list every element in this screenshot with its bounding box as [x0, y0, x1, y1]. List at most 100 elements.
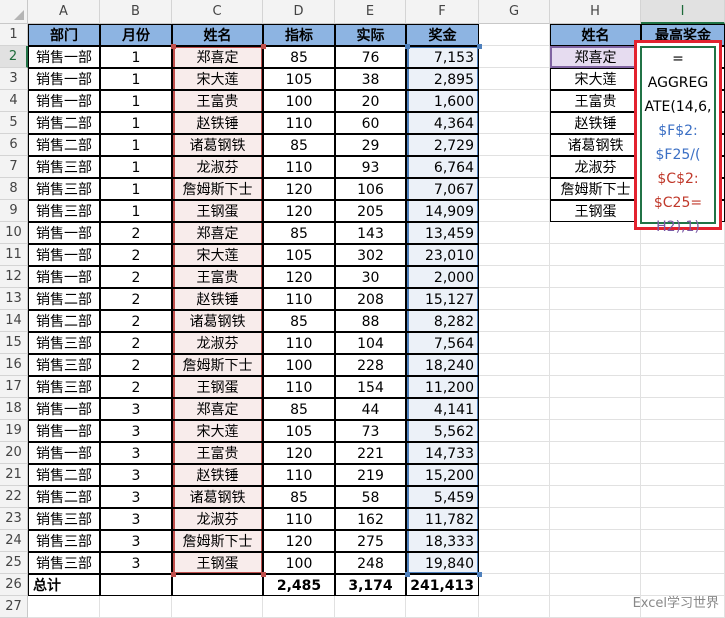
actual-cell[interactable]: 302	[335, 244, 406, 266]
target-cell[interactable]: 85	[263, 398, 335, 420]
name-cell[interactable]: 王富贵	[172, 442, 263, 464]
actual-cell[interactable]: 106	[335, 178, 406, 200]
row-header-5[interactable]: 5	[0, 112, 28, 134]
actual-cell[interactable]: 60	[335, 112, 406, 134]
name-cell[interactable]: 王钢蛋	[172, 552, 263, 574]
grid-cell[interactable]	[550, 288, 641, 310]
column-header-i[interactable]: I	[641, 0, 725, 24]
actual-cell[interactable]: 30	[335, 266, 406, 288]
target-cell[interactable]: 120	[263, 266, 335, 288]
target-cell[interactable]: 85	[263, 134, 335, 156]
bonus-cell[interactable]: 15,200	[406, 464, 479, 486]
dept-cell[interactable]: 销售三部	[28, 552, 100, 574]
bonus-cell[interactable]: 2,729	[406, 134, 479, 156]
grid-cell[interactable]	[550, 310, 641, 332]
grid-cell[interactable]	[641, 266, 725, 288]
grid-cell[interactable]	[479, 442, 550, 464]
grid-cell[interactable]	[641, 376, 725, 398]
name-cell[interactable]: 诸葛钢铁	[172, 310, 263, 332]
actual-cell[interactable]: 88	[335, 310, 406, 332]
month-cell[interactable]: 3	[100, 486, 172, 508]
target-cell[interactable]: 110	[263, 288, 335, 310]
name-cell[interactable]: 詹姆斯下士	[172, 178, 263, 200]
month-cell[interactable]: 1	[100, 156, 172, 178]
bonus-cell[interactable]: 14,909	[406, 200, 479, 222]
target-cell[interactable]: 110	[263, 464, 335, 486]
name-cell[interactable]: 龙淑芬	[172, 332, 263, 354]
bonus-cell[interactable]: 11,200	[406, 376, 479, 398]
bonus-cell[interactable]: 13,459	[406, 222, 479, 244]
actual-cell[interactable]: 275	[335, 530, 406, 552]
column-header-c[interactable]: C	[172, 0, 263, 24]
bonus-cell[interactable]: 8,282	[406, 310, 479, 332]
target-cell[interactable]: 110	[263, 376, 335, 398]
dept-cell[interactable]: 销售一部	[28, 222, 100, 244]
grid-cell[interactable]	[479, 178, 550, 200]
column-header-a[interactable]: A	[28, 0, 100, 24]
name-cell[interactable]: 诸葛钢铁	[172, 486, 263, 508]
bonus-cell[interactable]: 1,600	[406, 90, 479, 112]
actual-cell[interactable]: 38	[335, 68, 406, 90]
row-header-11[interactable]: 11	[0, 244, 28, 266]
month-cell[interactable]: 1	[100, 178, 172, 200]
name-cell[interactable]: 赵铁锤	[172, 288, 263, 310]
target-cell[interactable]: 100	[263, 354, 335, 376]
grid-cell[interactable]	[479, 46, 550, 68]
header-target[interactable]: 指标	[263, 24, 335, 46]
bonus-cell[interactable]: 14,733	[406, 442, 479, 464]
row-header-15[interactable]: 15	[0, 332, 28, 354]
column-header-f[interactable]: F	[406, 0, 479, 24]
target-cell[interactable]: 120	[263, 200, 335, 222]
grid-cell[interactable]	[479, 244, 550, 266]
actual-cell[interactable]: 58	[335, 486, 406, 508]
row-header-23[interactable]: 23	[0, 508, 28, 530]
month-cell[interactable]: 2	[100, 310, 172, 332]
dept-cell[interactable]: 销售三部	[28, 332, 100, 354]
target-cell[interactable]: 85	[263, 486, 335, 508]
grid-cell[interactable]	[479, 68, 550, 90]
total-target[interactable]: 2,485	[263, 574, 335, 596]
row-header-9[interactable]: 9	[0, 200, 28, 222]
row-header-19[interactable]: 19	[0, 420, 28, 442]
row-header-1[interactable]: 1	[0, 24, 28, 46]
month-cell[interactable]: 3	[100, 508, 172, 530]
target-cell[interactable]: 105	[263, 420, 335, 442]
header-name[interactable]: 姓名	[172, 24, 263, 46]
dept-cell[interactable]: 销售三部	[28, 354, 100, 376]
actual-cell[interactable]: 162	[335, 508, 406, 530]
dept-cell[interactable]: 销售一部	[28, 68, 100, 90]
formula-text[interactable]: = AGGREG ATE(14,6, $F$2: $F25/($C$2: $C25= H2)…	[637, 47, 719, 239]
bonus-cell[interactable]: 7,067	[406, 178, 479, 200]
grid-cell[interactable]	[550, 266, 641, 288]
grid-cell[interactable]	[479, 156, 550, 178]
grid-cell[interactable]	[641, 442, 725, 464]
name-cell[interactable]: 詹姆斯下士	[172, 354, 263, 376]
bonus-cell[interactable]: 6,764	[406, 156, 479, 178]
lookup-name-cell[interactable]: 郑喜定	[550, 46, 641, 68]
lookup-name-header[interactable]: 姓名	[550, 24, 641, 46]
name-cell[interactable]: 龙淑芬	[172, 156, 263, 178]
actual-cell[interactable]: 20	[335, 90, 406, 112]
lookup-name-cell[interactable]: 宋大莲	[550, 68, 641, 90]
target-cell[interactable]: 120	[263, 442, 335, 464]
name-cell[interactable]: 宋大莲	[172, 420, 263, 442]
header-dept[interactable]: 部门	[28, 24, 100, 46]
select-all-corner[interactable]	[0, 0, 28, 24]
row-header-16[interactable]: 16	[0, 354, 28, 376]
name-cell[interactable]: 诸葛钢铁	[172, 134, 263, 156]
grid-cell[interactable]	[479, 398, 550, 420]
row-header-14[interactable]: 14	[0, 310, 28, 332]
month-cell[interactable]: 3	[100, 398, 172, 420]
dept-cell[interactable]: 销售一部	[28, 244, 100, 266]
dept-cell[interactable]: 销售二部	[28, 112, 100, 134]
target-cell[interactable]: 110	[263, 508, 335, 530]
row-header-24[interactable]: 24	[0, 530, 28, 552]
dept-cell[interactable]: 销售一部	[28, 442, 100, 464]
grid-cell[interactable]	[641, 552, 725, 574]
dept-cell[interactable]: 销售二部	[28, 134, 100, 156]
bonus-cell[interactable]: 11,782	[406, 508, 479, 530]
grid-cell[interactable]	[479, 266, 550, 288]
dept-cell[interactable]: 销售三部	[28, 530, 100, 552]
grid-cell[interactable]	[550, 574, 641, 596]
grid-cell[interactable]	[479, 288, 550, 310]
